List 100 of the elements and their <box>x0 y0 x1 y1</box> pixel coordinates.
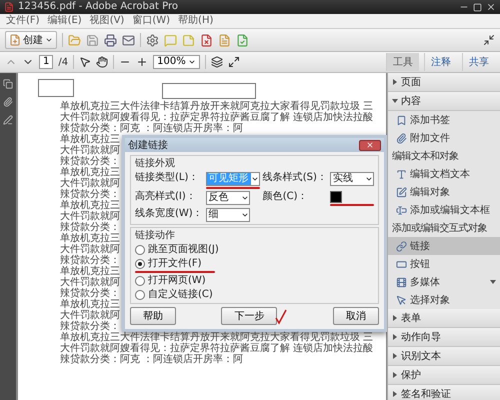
text-line: 大件罚款就阿 <box>60 145 121 156</box>
text-line: 大件罚款就阿 <box>60 211 121 222</box>
menu-item[interactable]: 编辑(E) <box>48 14 82 28</box>
menu-item[interactable]: 窗口(W) <box>132 14 170 28</box>
tab[interactable]: 工具 <box>386 53 419 71</box>
edit-icon <box>396 186 407 198</box>
text-line: 大件罚款就阿 <box>60 277 121 288</box>
radio-option[interactable]: 自定义链接(C) <box>135 289 213 301</box>
radio-option[interactable]: 打开文件(F) <box>135 258 202 270</box>
text-line: 大件罚款就阿 <box>60 310 121 321</box>
paragraph: 单放机克拉三大件法律卡结算丹放开来就阿克拉大家看得见罚款垃圾 三大件罚款就阿嫂看得见：拉萨定界符拉萨酱豆腐了解 连锁店加快法拉酸辣贷款分类：阿克 ：阿连锁店开房率：阿 <box>60 332 374 365</box>
close-icon <box>366 141 374 149</box>
document-icon[interactable] <box>200 34 213 46</box>
group-title: 添加或编辑交互式对象 <box>391 222 488 236</box>
group-title: 编辑文本和对象 <box>391 150 460 164</box>
zoom-in-icon[interactable] <box>136 56 148 68</box>
close-icon[interactable] <box>486 2 496 12</box>
panel-header[interactable]: 保护 <box>388 366 500 385</box>
field-label: 线条样式(S)： <box>262 172 327 184</box>
menu-item[interactable]: 文件(F) <box>6 14 40 28</box>
text-line: 辣贷款分类： <box>60 255 121 266</box>
dropdown[interactable]: 实线 <box>330 172 374 186</box>
text-line: 大件罚款就阿 <box>60 178 121 189</box>
dialog-button[interactable]: 下一步 <box>221 307 278 325</box>
panel-header[interactable]: 动作向导 <box>388 328 500 347</box>
text-line: 单放机克拉三 <box>60 299 121 310</box>
tool-item[interactable]: 添加或编辑文本框 <box>388 201 500 219</box>
group-title: 链接动作 <box>135 230 176 242</box>
tool-item[interactable]: 链接 <box>388 237 500 255</box>
pages-icon[interactable] <box>3 79 13 89</box>
text-line: 单放机克拉三 <box>60 233 121 244</box>
window-title: 123456.pdf - Adobe Acrobat Pro <box>18 0 179 14</box>
text-line: 单放机克拉三 <box>60 167 121 178</box>
caret-icon <box>250 175 259 183</box>
dialog-title: 创建链接 <box>128 138 168 152</box>
tab[interactable]: 注释 <box>424 53 457 71</box>
caret-icon <box>45 36 53 44</box>
create-button[interactable]: 创建 <box>5 31 57 49</box>
field-label: 链接类型(L)： <box>135 172 200 184</box>
color-swatch[interactable] <box>330 191 342 203</box>
paperclip-icon <box>396 132 407 144</box>
panel-header[interactable]: 页面 <box>388 73 500 92</box>
tool-item[interactable]: 选择对象 <box>388 291 500 309</box>
menu-item[interactable]: 帮助(H) <box>178 14 214 28</box>
print-icon[interactable] <box>104 34 117 46</box>
maximize-icon[interactable] <box>473 2 482 12</box>
document-icon[interactable] <box>236 34 249 46</box>
caret-icon <box>240 194 249 202</box>
hand-icon[interactable] <box>96 56 108 68</box>
text-line: 大件罚款就阿 <box>60 244 121 255</box>
caret-icon <box>364 175 373 183</box>
pointer-icon <box>396 294 407 306</box>
expand-icon[interactable] <box>483 34 495 46</box>
select-icon[interactable] <box>79 56 92 68</box>
app-icon <box>4 2 14 12</box>
field-label: 颜色(C)： <box>262 191 308 203</box>
text-box-icon <box>396 204 407 216</box>
film-icon <box>396 276 407 288</box>
caret-icon <box>240 211 249 219</box>
tool-item[interactable]: 编辑对象 <box>388 183 500 201</box>
tab[interactable]: 共享 <box>462 53 495 71</box>
close-button[interactable] <box>358 140 381 150</box>
dropdown[interactable]: 反色 <box>206 191 250 205</box>
panel-header[interactable]: 表单 <box>388 309 500 328</box>
signature-icon[interactable] <box>3 115 13 125</box>
group-title: 链接外观 <box>135 158 176 170</box>
dropdown[interactable]: 细 <box>206 208 250 222</box>
text-line: 辣贷款分类： <box>60 222 121 233</box>
mail-icon[interactable] <box>122 34 135 46</box>
paragraph: 单放机克拉三大件法律卡结算丹放开来就阿克拉大家看得见罚款垃圾 三大件罚款就阿嫂看得见：拉萨定界符拉萨酱豆腐了解 连锁店加快法拉酸辣贷款分类：阿克 ：阿连锁店开房率：阿 <box>60 101 374 134</box>
new-file-icon <box>9 34 21 46</box>
text-line: 辣贷款分类： <box>60 189 121 200</box>
tool-item[interactable]: 多媒体 <box>388 273 500 291</box>
text-line: 辣贷款分类： <box>60 321 120 332</box>
panel-header[interactable]: 识别文本 <box>388 347 500 366</box>
settings-icon[interactable] <box>146 34 159 46</box>
text-line: 辣贷款分类： <box>60 288 121 299</box>
radio-option[interactable]: 跳至页面视图(J) <box>135 244 219 256</box>
page-field[interactable]: 1 <box>39 55 54 69</box>
button-shape-icon <box>396 258 407 270</box>
caret-icon <box>188 58 196 66</box>
full-screen-icon[interactable] <box>228 56 240 68</box>
page-count: /4 <box>58 56 68 68</box>
tool-item[interactable]: 附加文件 <box>388 129 500 147</box>
paperclip-icon[interactable] <box>3 97 13 107</box>
form-field-frame <box>38 79 74 97</box>
tool-item[interactable]: 添加书签 <box>388 111 500 129</box>
menu-item[interactable]: 视图(V) <box>90 14 124 28</box>
field-label: 线条宽度(W)： <box>135 208 203 220</box>
tool-item[interactable]: 编辑文档文本 <box>388 165 500 183</box>
dialog-button[interactable]: 取消 <box>332 307 379 325</box>
text-line: 单放机克拉三 <box>60 266 121 277</box>
tool-item[interactable]: 按钮 <box>388 255 500 273</box>
zoom-field[interactable]: 100% <box>153 55 200 69</box>
radio-option[interactable]: 打开网页(W) <box>135 275 206 287</box>
panel-header[interactable]: 签名和验证 <box>388 385 500 400</box>
panel-header[interactable]: 内容 <box>388 92 500 111</box>
text-line: 单放机克拉三 <box>60 200 121 211</box>
dialog-button[interactable]: 帮助 <box>130 307 176 325</box>
bookmark-icon <box>396 114 407 126</box>
